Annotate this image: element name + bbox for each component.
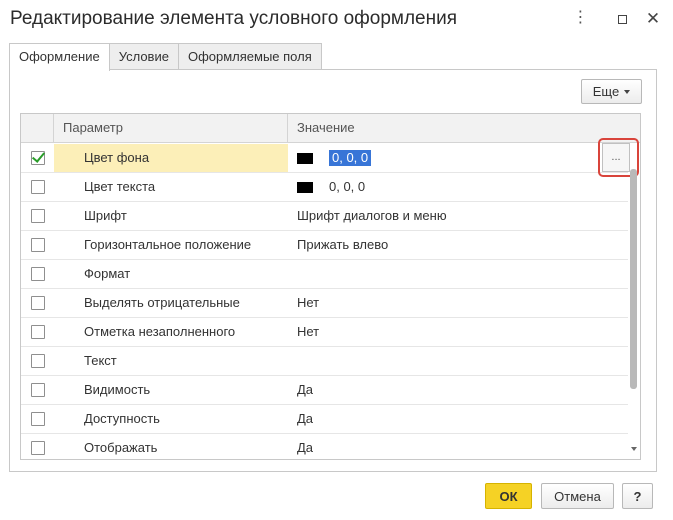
- close-icon[interactable]: ✕: [642, 8, 664, 30]
- more-button[interactable]: Еще: [581, 79, 642, 104]
- window-title: Редактирование элемента условного оформл…: [10, 8, 458, 29]
- row-checkbox[interactable]: [31, 296, 45, 310]
- help-button[interactable]: ?: [622, 483, 653, 509]
- row-param: Отметка незаполненного: [84, 324, 236, 339]
- table-row[interactable]: Шрифт Шрифт диалогов и меню: [21, 202, 628, 231]
- row-param: Текст: [84, 353, 117, 368]
- table-row[interactable]: Цвет фона 0, 0, 0: [21, 144, 628, 173]
- row-checkbox[interactable]: [31, 238, 45, 252]
- header-value[interactable]: Значение: [288, 114, 640, 143]
- row-checkbox[interactable]: [31, 151, 45, 165]
- color-swatch: [297, 181, 313, 193]
- row-value[interactable]: Шрифт диалогов и меню: [288, 202, 628, 230]
- row-checkbox[interactable]: [31, 412, 45, 426]
- tab-bar: Оформление Условие Оформляемые поля: [9, 43, 322, 71]
- row-value-cell[interactable]: 0, 0, 0: [288, 173, 628, 201]
- table-row[interactable]: Отметка незаполненного Нет: [21, 318, 628, 347]
- row-value[interactable]: Да: [288, 434, 628, 459]
- header-check-column: [21, 114, 54, 143]
- more-button-label: Еще: [592, 84, 620, 99]
- row-checkbox[interactable]: [31, 441, 45, 455]
- tab-condition[interactable]: Условие: [108, 43, 179, 70]
- row-value: 0, 0, 0: [329, 179, 366, 194]
- vertical-scrollbar[interactable]: [628, 143, 640, 459]
- row-value[interactable]: [288, 260, 628, 288]
- row-param: Цвет текста: [84, 179, 156, 194]
- row-value[interactable]: Нет: [288, 289, 628, 317]
- title-bar: Редактирование элемента условного оформл…: [0, 0, 673, 40]
- table-row[interactable]: Видимость Да: [21, 376, 628, 405]
- row-value-cell[interactable]: 0, 0, 0: [288, 144, 628, 172]
- row-param: Доступность: [84, 411, 160, 426]
- table-row[interactable]: Отображать Да: [21, 434, 628, 459]
- choose-color-button[interactable]: ...: [602, 143, 630, 172]
- row-value[interactable]: Да: [288, 405, 628, 433]
- row-param: Цвет фона: [54, 144, 288, 172]
- table-row[interactable]: Формат: [21, 260, 628, 289]
- row-checkbox[interactable]: [31, 267, 45, 281]
- tab-appearance[interactable]: Оформление: [9, 43, 110, 71]
- caret-down-icon: [624, 89, 631, 94]
- row-value[interactable]: Да: [288, 376, 628, 404]
- header-param[interactable]: Параметр: [54, 114, 288, 143]
- cancel-button[interactable]: Отмена: [541, 483, 614, 509]
- row-param: Горизонтальное положение: [84, 237, 252, 252]
- tab-formatted-fields[interactable]: Оформляемые поля: [177, 43, 322, 70]
- table-row[interactable]: Выделять отрицательные Нет: [21, 289, 628, 318]
- row-value[interactable]: Прижать влево: [288, 231, 628, 259]
- scroll-down-icon[interactable]: [631, 447, 637, 451]
- parameters-table: Параметр Значение Цвет фона 0, 0, 0 Цвет…: [20, 113, 641, 460]
- row-checkbox[interactable]: [31, 325, 45, 339]
- color-swatch: [297, 152, 313, 164]
- more-options-icon[interactable]: ⋮: [569, 6, 591, 28]
- row-checkbox[interactable]: [31, 180, 45, 194]
- row-param: Формат: [84, 266, 131, 281]
- row-param: Отображать: [84, 440, 158, 455]
- row-value[interactable]: Нет: [288, 318, 628, 346]
- maximize-icon[interactable]: [611, 8, 633, 30]
- row-checkbox[interactable]: [31, 383, 45, 397]
- row-param: Шрифт: [84, 208, 127, 223]
- table-row[interactable]: Доступность Да: [21, 405, 628, 434]
- table-header: Параметр Значение: [21, 114, 640, 143]
- row-param: Выделять отрицательные: [84, 295, 240, 310]
- row-param: Видимость: [84, 382, 151, 397]
- row-value[interactable]: 0, 0, 0: [329, 150, 372, 166]
- table-row[interactable]: Текст: [21, 347, 628, 376]
- row-checkbox[interactable]: [31, 354, 45, 368]
- row-value[interactable]: [288, 347, 628, 375]
- table-row[interactable]: Горизонтальное положение Прижать влево: [21, 231, 628, 260]
- scrollbar-thumb[interactable]: [630, 169, 637, 389]
- table-row[interactable]: Цвет текста 0, 0, 0: [21, 173, 628, 202]
- ok-button[interactable]: ОК: [485, 483, 532, 509]
- row-checkbox[interactable]: [31, 209, 45, 223]
